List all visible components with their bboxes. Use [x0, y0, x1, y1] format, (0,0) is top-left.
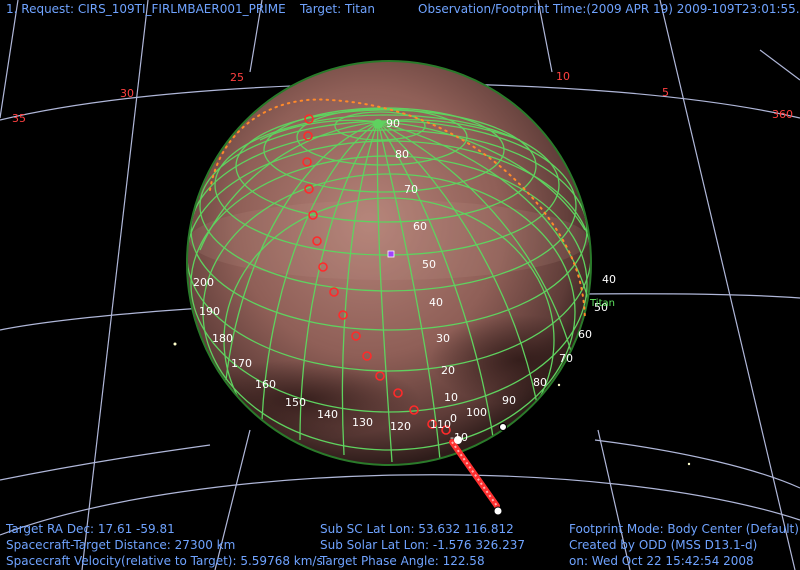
sky-label: 30: [120, 87, 134, 100]
lon-label: 200: [193, 276, 214, 289]
lon-label: 100: [466, 406, 487, 419]
footprint-mode: Footprint Mode: Body Center (Default): [569, 522, 799, 536]
north-pole-marker: [373, 119, 383, 129]
lon-label: 170: [231, 357, 252, 370]
target-label: Target: Titan: [300, 2, 375, 16]
lat-label: 80: [395, 148, 409, 161]
lon-label: 70: [559, 352, 573, 365]
lon-label: 80: [533, 376, 547, 389]
sky-label: 25: [230, 71, 244, 84]
spacecraft-target-distance: Spacecraft-Target Distance: 27300 km: [6, 538, 236, 552]
lon-label: 130: [352, 416, 373, 429]
sky-label: 10: [556, 70, 570, 83]
lat-label: 20: [441, 364, 455, 377]
lon-label: 90: [502, 394, 516, 407]
sky-label: 5: [662, 86, 669, 99]
lat-label: 70: [404, 183, 418, 196]
lat-label: 30: [436, 332, 450, 345]
created-by: Created by ODD (MSS D13.1-d): [569, 538, 758, 552]
lat-label: -10: [450, 431, 468, 444]
observation-time-label: Observation/Footprint Time:(2009 APR 19)…: [418, 2, 800, 16]
lat-label: 10: [444, 391, 458, 404]
lon-label: 150: [285, 396, 306, 409]
lat-label: 90: [386, 117, 400, 130]
created-on: on: Wed Oct 22 15:42:54 2008: [569, 554, 754, 568]
target-body-label: Titan: [589, 298, 615, 309]
target-ra-dec: Target RA Dec: 17.61 -59.81: [6, 522, 175, 536]
sky-label: 360: [772, 108, 793, 121]
lat-label: 50: [422, 258, 436, 271]
trail-end-marker: [493, 506, 503, 516]
sub-solar-lat-lon: Sub Solar Lat Lon: -1.576 326.237: [320, 538, 526, 552]
sky-label: 35: [12, 112, 26, 125]
lon-label: 160: [255, 378, 276, 391]
lon-label: 180: [212, 332, 233, 345]
lon-label: 120: [390, 420, 411, 433]
target-phase-angle: Target Phase Angle: 122.58: [320, 554, 485, 568]
lat-label: 60: [413, 220, 427, 233]
lon-label: 110: [430, 418, 451, 431]
limb-marker: [499, 423, 507, 431]
request-label: 1. Request: CIRS_109TI_FIRLMBAER001_PRIM…: [6, 2, 286, 16]
lat-label: 40: [429, 296, 443, 309]
spacecraft-velocity: Spacecraft Velocity(relative to Target):…: [6, 554, 323, 568]
lat-label: 0: [450, 412, 457, 425]
titan-observation-view: 35 30 25 10 5 360 90 80 70 60 50 40 30 2…: [0, 0, 800, 570]
lon-label: 190: [199, 305, 220, 318]
lon-label: 40: [602, 273, 616, 286]
sub-spacecraft-point: [387, 250, 395, 258]
lon-label: 60: [578, 328, 592, 341]
sub-sc-lat-lon: Sub SC Lat Lon: 53.632 116.812: [320, 522, 514, 536]
lon-label: 140: [317, 408, 338, 421]
